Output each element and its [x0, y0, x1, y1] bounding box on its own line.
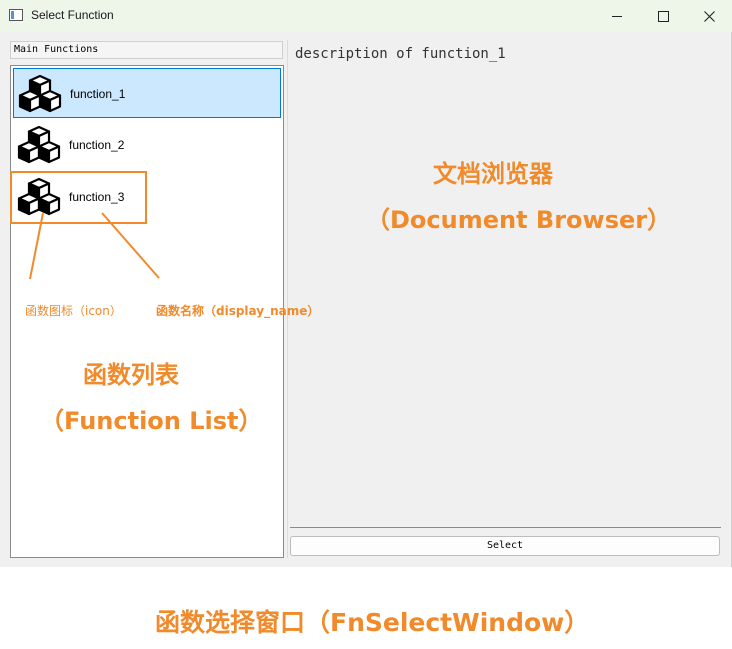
annotation-window: 函数选择窗口（FnSelectWindow） — [155, 608, 590, 637]
annotation-icon: 函数图标（icon） — [25, 304, 122, 318]
annotation-doc-browser-cn: 文档浏览器 — [433, 160, 553, 188]
annotation-display-name: 函数名称（display_name） — [156, 304, 320, 318]
annotation-leaders — [29, 212, 160, 280]
annotation-doc-browser-en: （Document Browser） — [366, 206, 672, 234]
annotation-function-list-cn: 函数列表 — [83, 361, 179, 389]
annotation-function-list-en: （Function List） — [40, 407, 263, 435]
